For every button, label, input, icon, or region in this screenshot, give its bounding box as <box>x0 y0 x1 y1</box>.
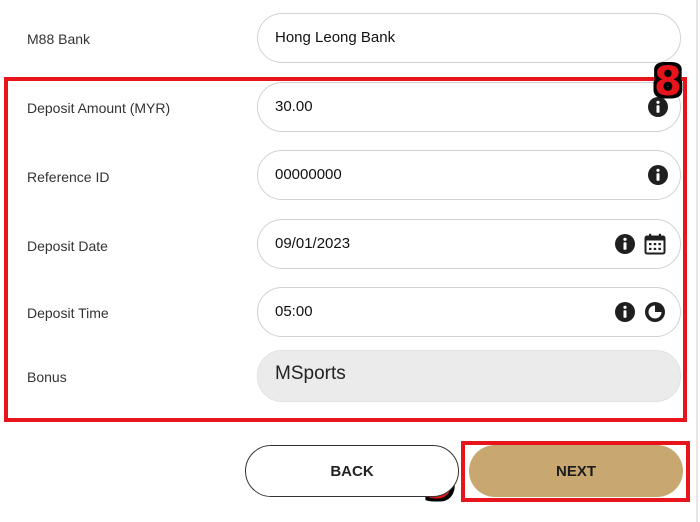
info-icon[interactable] <box>615 302 635 322</box>
deposit-date-label: Deposit Date <box>27 238 108 254</box>
deposit-date-value: 09/01/2023 <box>275 235 351 252</box>
deposit-time-value: 05:00 <box>275 303 313 320</box>
calendar-icon[interactable] <box>644 233 666 255</box>
info-icon[interactable] <box>615 234 635 254</box>
reference-id-row: Reference ID 00000000 <box>0 148 700 218</box>
bonus-row: Bonus MSports <box>0 348 700 410</box>
bonus-field: MSports <box>257 350 681 402</box>
bonus-value: MSports <box>275 363 346 384</box>
bank-row: M88 Bank Hong Leong Bank <box>0 0 700 70</box>
deposit-time-label: Deposit Time <box>27 305 109 321</box>
deposit-date-row: Deposit Date 09/01/2023 <box>0 216 700 286</box>
step-number-8: 8 <box>654 59 682 105</box>
back-button[interactable]: BACK <box>245 445 459 497</box>
reference-id-value: 00000000 <box>275 166 342 183</box>
deposit-time-row: Deposit Time 05:00 <box>0 286 700 348</box>
deposit-time-input[interactable]: 05:00 <box>257 287 681 337</box>
deposit-date-input[interactable]: 09/01/2023 <box>257 219 681 269</box>
deposit-amount-value: 30.00 <box>275 98 313 115</box>
deposit-amount-input[interactable]: 30.00 <box>257 82 681 132</box>
bank-value: Hong Leong Bank <box>275 29 396 46</box>
bank-field[interactable]: Hong Leong Bank <box>257 13 681 63</box>
reference-id-label: Reference ID <box>27 169 110 185</box>
reference-id-input[interactable]: 00000000 <box>257 150 681 200</box>
info-icon[interactable] <box>648 165 668 185</box>
deposit-amount-row: Deposit Amount (MYR) 30.00 <box>0 78 700 148</box>
deposit-amount-label: Deposit Amount (MYR) <box>27 100 171 116</box>
next-button[interactable]: NEXT <box>469 445 683 497</box>
bonus-label: Bonus <box>27 369 67 385</box>
clock-icon[interactable] <box>645 302 665 322</box>
bank-label: M88 Bank <box>27 31 91 47</box>
